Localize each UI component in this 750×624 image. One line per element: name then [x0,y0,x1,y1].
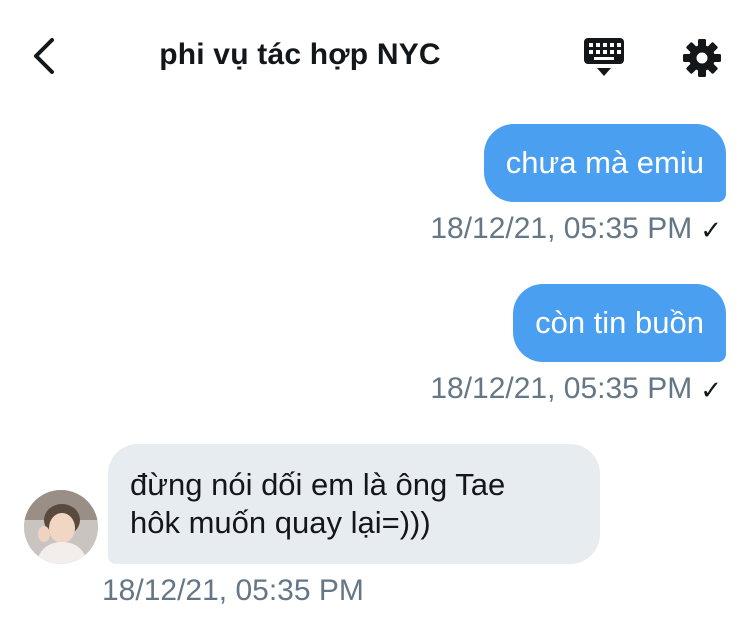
message-text: còn tin buồn [535,305,704,340]
avatar[interactable] [24,490,98,564]
message-timestamp: 18/12/21, 05:35 PM [430,212,693,245]
outgoing-message-bubble[interactable]: còn tin buồn [513,284,726,362]
incoming-message-bubble[interactable]: đừng nói dối em là ông Tae hôk muốn quay… [108,444,600,564]
keyboard-icon [584,38,624,76]
gear-icon [683,39,721,77]
settings-button[interactable] [680,36,724,80]
message-meta: 18/12/21, 05:35 PM ✓ [430,212,722,246]
keyboard-button[interactable] [582,36,630,80]
message-meta: 18/12/21, 05:35 PM [102,574,364,608]
avatar-image [24,490,98,564]
message-text-line: đừng nói dối em là ông Tae [130,467,506,502]
sent-check-icon: ✓ [700,374,722,405]
conversation-header: phi vụ tác hợp NYC [0,0,750,112]
message-text: chưa mà emiu [505,145,704,180]
message-meta: 18/12/21, 05:35 PM ✓ [430,372,722,406]
sent-check-icon: ✓ [700,214,722,245]
message-timestamp: 18/12/21, 05:35 PM [430,372,693,405]
conversation-title: phi vụ tác hợp NYC [159,38,441,71]
message-text-line: hôk muốn quay lại=))) [130,505,431,540]
outgoing-message-bubble[interactable]: chưa mà emiu [483,124,726,202]
message-timestamp: 18/12/21, 05:35 PM [102,574,364,607]
